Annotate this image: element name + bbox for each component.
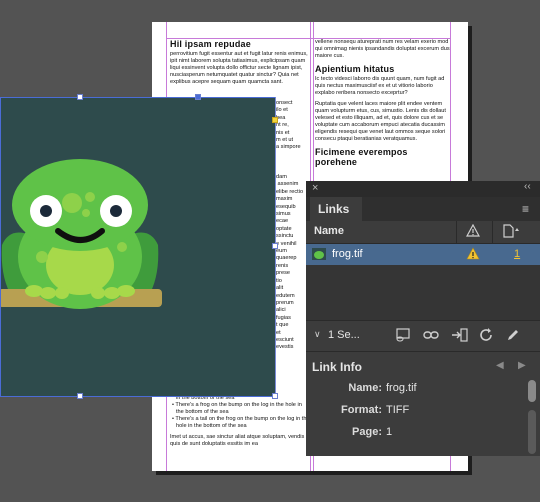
info-page-label: Page:: [352, 426, 382, 438]
info-format-label: Format:: [341, 404, 382, 416]
links-list-empty-area: [306, 265, 540, 320]
tab-links[interactable]: Links: [310, 197, 362, 221]
info-scrollbar-thumb[interactable]: [528, 380, 536, 402]
panel-menu-icon[interactable]: ≡: [522, 202, 529, 216]
column-divider: [456, 221, 457, 243]
resize-handle-top[interactable]: [77, 94, 83, 100]
relink-cloud-icon[interactable]: [394, 328, 412, 345]
link-info-title[interactable]: Link Info: [312, 360, 362, 374]
column-name-label[interactable]: Name: [314, 225, 344, 237]
link-page-number[interactable]: 1: [514, 248, 520, 260]
body-paragraph: perrovitium fugit essentur aut et fugit …: [170, 51, 308, 85]
resize-handle-right[interactable]: [272, 243, 278, 249]
text-wrap-fragment-1: onsect ilo et bea nt re, nis et m et ut …: [276, 100, 301, 151]
frame-bounding-edge: [172, 97, 276, 397]
chevron-down-icon[interactable]: ∨: [314, 329, 321, 340]
collapse-panel-icon[interactable]: ‹‹: [524, 181, 531, 192]
update-link-icon[interactable]: [478, 328, 494, 345]
missing-link-warning-icon[interactable]: [466, 247, 480, 264]
link-info-section: Link Info ◀ ▶ Name: frog.tif Format: TIF…: [306, 351, 540, 456]
link-row-frog[interactable]: frog.tif 1: [306, 244, 540, 265]
bullet-item: • There's a frog on the bump on the log …: [172, 402, 302, 415]
bullet-item: • There's a tail on the frog on the bump…: [172, 416, 310, 429]
heading-apientium: Apientium hitatus: [315, 64, 395, 74]
image-thumbnail-icon: [312, 248, 326, 263]
links-panel: × ‹‹ Links ≡ Name frog.tif 1 ∨ 1 Se... L…: [306, 181, 540, 456]
body-paragraph: vellene nonsequ atureprati num res velam…: [315, 39, 450, 59]
page-icon[interactable]: [502, 224, 520, 241]
edit-original-icon[interactable]: [506, 328, 520, 345]
left-column-bottom[interactable]: in the bottom of the sea • There's a fro…: [170, 395, 310, 455]
info-name-value: frog.tif: [386, 382, 417, 394]
panel-title-bar[interactable]: × ‹‹: [306, 181, 540, 197]
heading-ficimene: Ficimene everempos porehene: [315, 147, 408, 167]
link-filename: frog.tif: [332, 248, 363, 260]
text-wrap-fragment-2: dam assenim elibe rectio maxim esequib s…: [276, 174, 304, 351]
info-page-value: 1: [386, 426, 393, 438]
relink-icon[interactable]: [422, 328, 440, 345]
resize-handle-bottom-right[interactable]: [272, 393, 278, 399]
info-format-value: TIFF: [386, 404, 410, 416]
next-link-icon[interactable]: ▶: [518, 360, 526, 371]
content-grabber-handle[interactable]: [195, 94, 201, 100]
info-scrollbar-track[interactable]: [528, 410, 536, 454]
body-paragraph: Ruptatia que velent laces maiore plit en…: [315, 101, 446, 142]
previous-link-icon[interactable]: ◀: [496, 360, 504, 371]
body-paragraph: Ic tecto videsci laborro dis quunt quam,…: [315, 76, 445, 96]
bullet-text: There's a frog on the bump on the log in…: [175, 402, 302, 415]
links-toolbar: ∨ 1 Se...: [306, 320, 540, 351]
bullet-text: There's a tail on the frog on the bump o…: [175, 416, 310, 429]
selection-count[interactable]: 1 Se...: [328, 329, 360, 341]
resize-handle-bottom[interactable]: [77, 393, 83, 399]
body-paragraph-end: Imet ut accus, sae sinctur aliat atque s…: [170, 434, 305, 447]
goto-link-icon[interactable]: [450, 328, 468, 345]
info-name-label: Name:: [348, 382, 382, 394]
heading-hil-ipsam: Hil ipsam repudae: [170, 39, 251, 49]
warning-triangle-icon[interactable]: [465, 223, 481, 241]
links-column-header: Name: [306, 221, 540, 244]
column-divider: [492, 221, 493, 243]
close-icon[interactable]: ×: [312, 182, 318, 194]
corner-options-handle[interactable]: [272, 117, 278, 123]
